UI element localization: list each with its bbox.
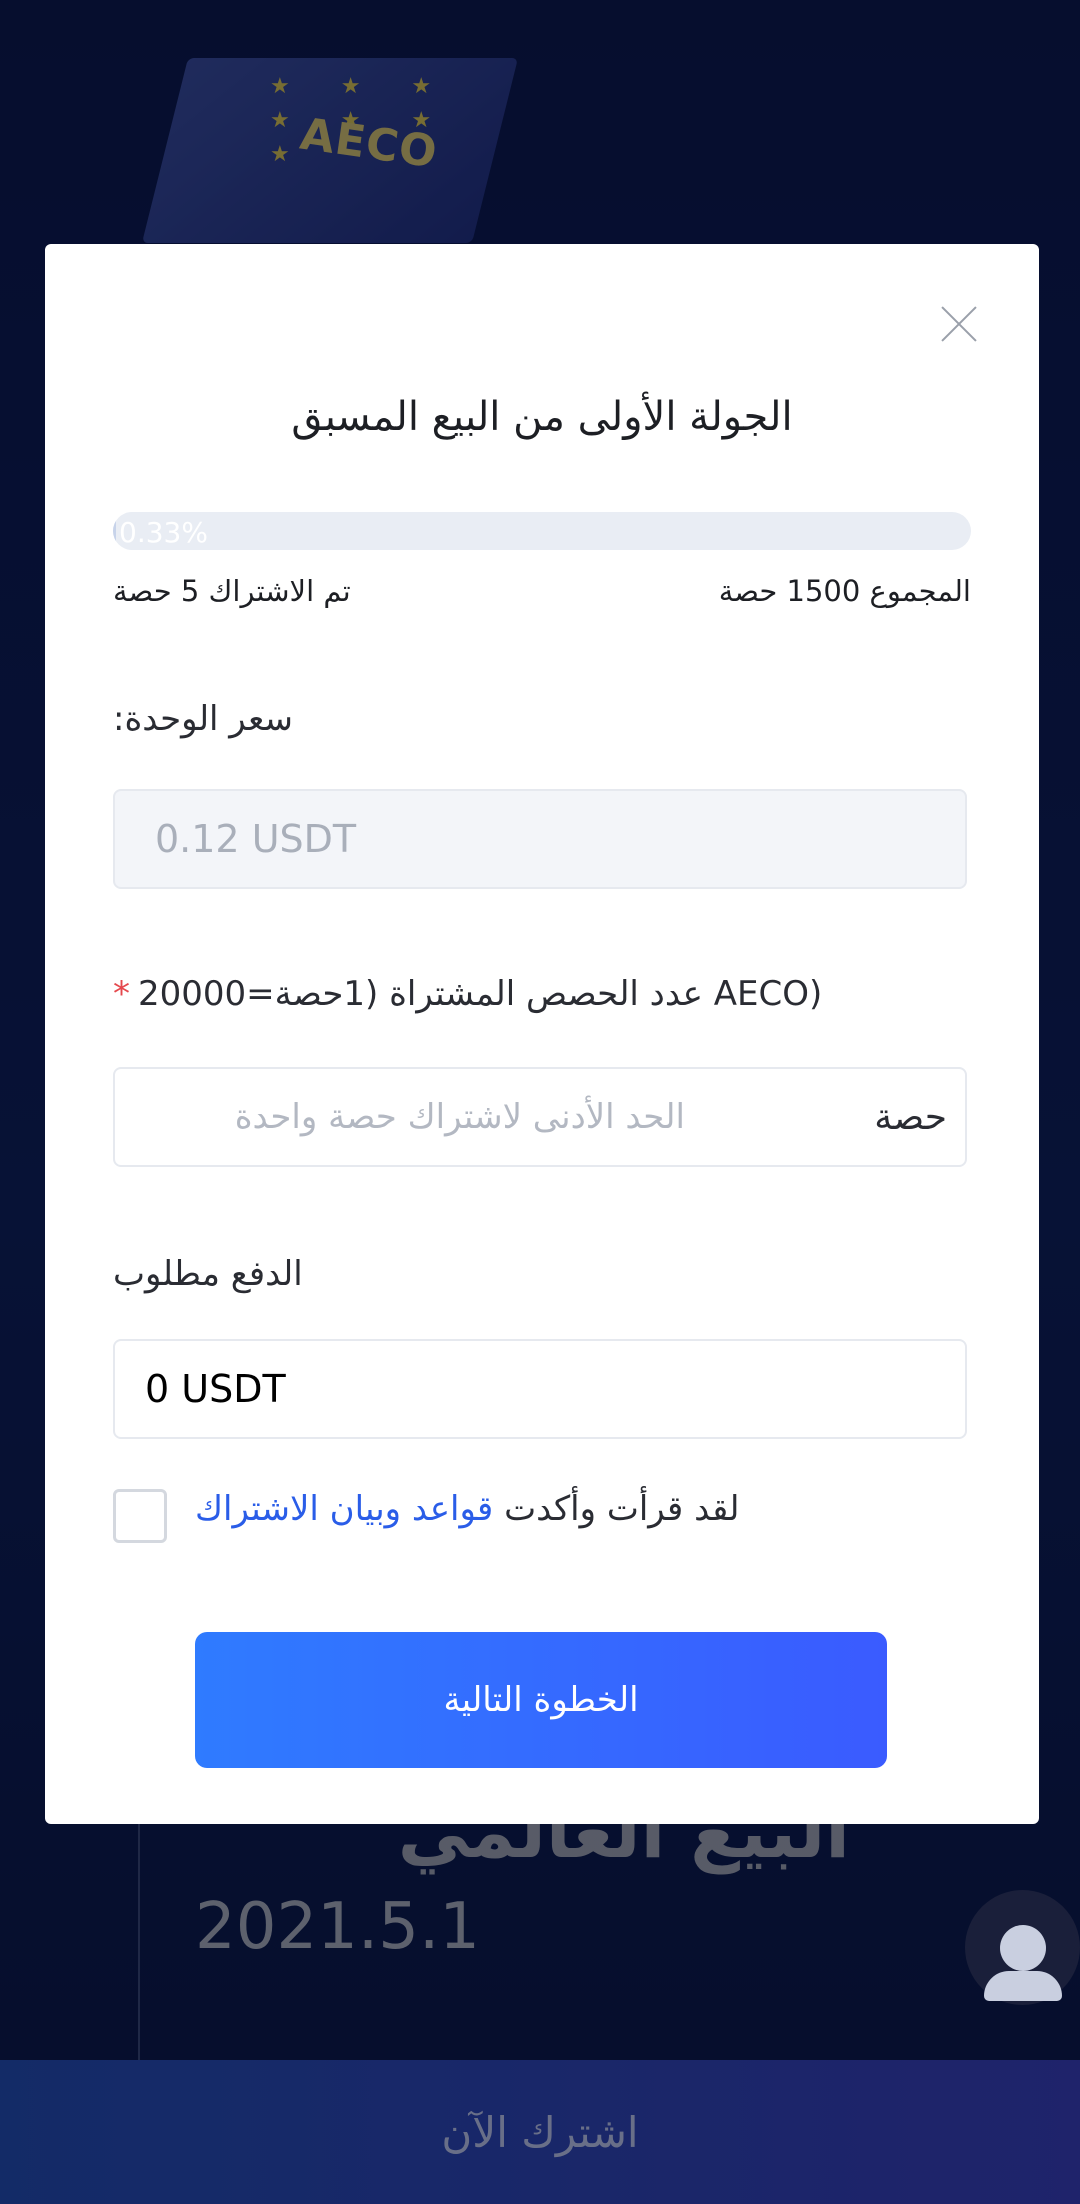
shares-label-suffix: AECO) xyxy=(713,974,823,1014)
required-marker: * xyxy=(113,974,130,1014)
presale-modal: الجولة الأولى من البيع المسبق 0.33% تم ا… xyxy=(45,244,1039,1824)
subscribed-count: تم الاشتراك 5 حصة xyxy=(113,574,351,608)
agreement-text: لقد قرأت وأكدت قواعد وبيان الاشتراك xyxy=(195,1489,740,1529)
shares-label-text: عدد الحصص المشتراة (1حصة=20000 xyxy=(138,974,703,1014)
shares-input[interactable]: الحد الأدنى لاشتراك حصة واحدة حصة xyxy=(113,1067,967,1167)
unit-price-field: 0.12 USDT xyxy=(113,789,967,889)
shares-placeholder: الحد الأدنى لاشتراك حصة واحدة xyxy=(234,1097,685,1137)
payment-field: 0 USDT xyxy=(113,1339,967,1439)
subscription-rules-link[interactable]: قواعد وبيان الاشتراك xyxy=(195,1489,493,1529)
total-count: المجموع 1500 حصة xyxy=(718,574,971,608)
agreement-prefix: لقد قرأت وأكدت xyxy=(504,1489,740,1529)
progress-bar: 0.33% xyxy=(113,512,971,550)
progress-fill xyxy=(113,512,116,550)
payment-label: الدفع مطلوب xyxy=(113,1254,303,1294)
next-step-button[interactable]: الخطوة التالية xyxy=(195,1632,887,1768)
unit-price-value: 0.12 USDT xyxy=(155,817,357,861)
support-agent-icon xyxy=(983,1924,1062,2001)
customer-support-button[interactable] xyxy=(965,1890,1080,2005)
shares-label: * عدد الحصص المشتراة (1حصة=20000 AECO) xyxy=(113,974,822,1014)
modal-title: الجولة الأولى من البيع المسبق xyxy=(291,394,793,440)
progress-percent: 0.33% xyxy=(119,516,208,549)
agree-checkbox[interactable] xyxy=(113,1489,167,1543)
bottom-bar-dim xyxy=(0,2060,1080,2204)
unit-price-label: سعر الوحدة: xyxy=(113,699,293,739)
payment-value: 0 USDT xyxy=(145,1367,286,1411)
close-icon[interactable] xyxy=(939,304,979,344)
shares-unit: حصة xyxy=(874,1096,947,1138)
